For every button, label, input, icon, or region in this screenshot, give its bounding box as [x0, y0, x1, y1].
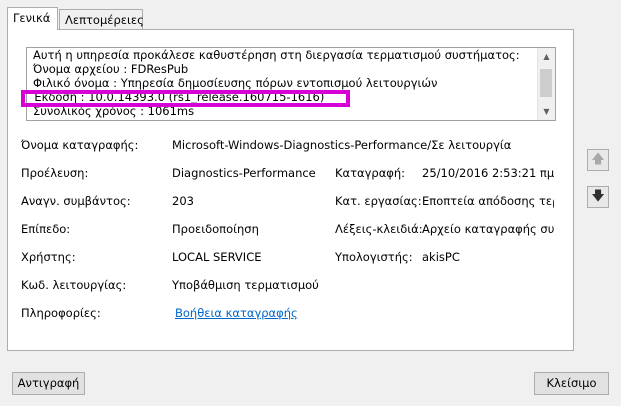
filename-highlight: [21, 90, 350, 107]
online-help-link[interactable]: Βοήθεια καταγραφής: [175, 306, 298, 320]
more-info-label: Πληροφορίες:: [21, 306, 101, 320]
logged-value: 25/10/2016 2:53:21 πμ: [422, 166, 555, 180]
user-value: LOCAL SERVICE: [172, 250, 262, 264]
keywords-value: Αρχείο καταγραφής συμ: [422, 222, 554, 236]
logged-label: Καταγραφή:: [335, 166, 406, 180]
opcode-value: Υποβάθμιση τερματισμού: [172, 278, 319, 292]
next-event-button[interactable]: 🡇: [587, 186, 609, 208]
source-value: Diagnostics-Performance: [172, 166, 316, 180]
log-name-label: Όνομα καταγραφής:: [21, 138, 139, 152]
description-line: Φιλικό όνομα : Υπηρεσία δημοσίευσης πόρω…: [33, 76, 438, 90]
scrollbar-thumb[interactable]: [540, 69, 552, 97]
event-id-value: 203: [172, 194, 194, 208]
description-scrollbar[interactable]: ▲ ▼: [537, 48, 555, 120]
close-button[interactable]: Κλείσιμο: [534, 372, 609, 395]
description-line: Όνομα αρχείου : FDResPub: [33, 62, 189, 76]
description-box[interactable]: Αυτή η υπηρεσία προκάλεσε καθυστέρηση στ…: [26, 47, 556, 121]
tab-details[interactable]: Λεπτομέρειες: [59, 9, 144, 29]
copy-button[interactable]: Αντιγραφή: [12, 372, 85, 395]
source-label: Προέλευση:: [21, 166, 89, 180]
tab-general[interactable]: Γενικά: [7, 7, 58, 30]
task-category-label: Κατ. εργασίας:: [335, 194, 422, 208]
general-panel: Αυτή η υπηρεσία προκάλεσε καθυστέρηση στ…: [7, 29, 574, 351]
level-value: Προειδοποίηση: [172, 222, 259, 236]
keywords-label: Λέξεις-κλειδιά:: [335, 222, 423, 236]
computer-value: akisPC: [422, 250, 460, 264]
log-name-value: Microsoft-Windows-Diagnostics-Performanc…: [172, 138, 512, 152]
copy-button-label: Αντιγραφή: [17, 376, 80, 390]
level-label: Επίπεδο:: [21, 222, 71, 236]
opcode-label: Κωδ. λειτουργίας:: [21, 278, 127, 292]
up-arrow-icon: 🡅: [591, 152, 605, 167]
scroll-up-icon[interactable]: ▲: [538, 48, 555, 65]
tab-general-label: Γενικά: [13, 11, 51, 25]
description-line: Αυτή η υπηρεσία προκάλεσε καθυστέρηση στ…: [33, 48, 520, 62]
computer-label: Υπολογιστής:: [335, 250, 413, 264]
scroll-down-icon[interactable]: ▼: [538, 103, 555, 120]
down-arrow-icon: 🡇: [591, 189, 605, 204]
close-button-label: Κλείσιμο: [546, 376, 597, 390]
event-id-label: Αναγν. συμβάντος:: [21, 194, 131, 208]
task-category-value: Εποπτεία απόδοσης τερ: [422, 194, 554, 208]
previous-event-button[interactable]: 🡅: [587, 149, 609, 171]
user-label: Χρήστης:: [21, 250, 76, 264]
tab-details-label: Λεπτομέρειες: [65, 13, 144, 27]
